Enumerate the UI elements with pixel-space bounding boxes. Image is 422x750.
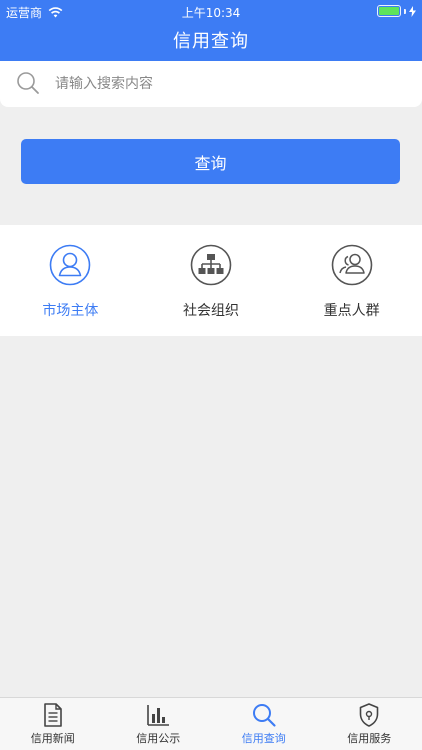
tab-credit-news[interactable]: 信用新闻	[0, 698, 106, 750]
category-label: 市场主体	[42, 303, 99, 319]
category-key-groups[interactable]: 重点人群	[281, 225, 422, 336]
person-icon	[50, 244, 91, 286]
org-chart-icon	[190, 244, 232, 286]
top-bar: 运营商 上午10:34 信用查询	[0, 0, 422, 61]
battery-icon	[377, 5, 401, 17]
page-title: 信用查询	[173, 31, 249, 52]
tab-credit-publicity[interactable]: 信用公示	[106, 698, 212, 750]
tab-credit-query[interactable]: 信用查询	[211, 698, 317, 750]
category-label: 重点人群	[323, 303, 380, 319]
battery-indicator	[377, 5, 416, 17]
query-button[interactable]: 查询	[21, 139, 400, 184]
search-icon	[252, 704, 276, 727]
tab-credit-service[interactable]: 信用服务	[317, 698, 422, 750]
category-panel: 市场主体 社会组织 重点人群	[0, 225, 422, 336]
document-icon	[43, 703, 62, 727]
tab-label: 信用查询	[241, 732, 286, 745]
bar-chart-icon	[147, 705, 170, 726]
charging-icon	[409, 5, 416, 17]
category-social-org[interactable]: 社会组织	[141, 225, 282, 336]
search-bar	[0, 61, 422, 107]
status-bar: 运营商 上午10:34	[0, 0, 422, 22]
tab-bar: 信用新闻 信用公示 信用查询 信用服务	[0, 697, 422, 750]
search-icon	[17, 72, 39, 94]
category-market-entity[interactable]: 市场主体	[0, 225, 141, 336]
search-input[interactable]	[55, 71, 395, 97]
query-button-label: 查询	[194, 153, 227, 173]
tab-label: 信用新闻	[30, 732, 75, 745]
tab-label: 信用公示	[136, 732, 181, 745]
shield-icon	[359, 703, 379, 727]
category-label: 社会组织	[183, 303, 239, 319]
status-time: 上午10:34	[181, 6, 241, 20]
group-icon	[331, 244, 372, 286]
tab-label: 信用服务	[347, 732, 392, 745]
